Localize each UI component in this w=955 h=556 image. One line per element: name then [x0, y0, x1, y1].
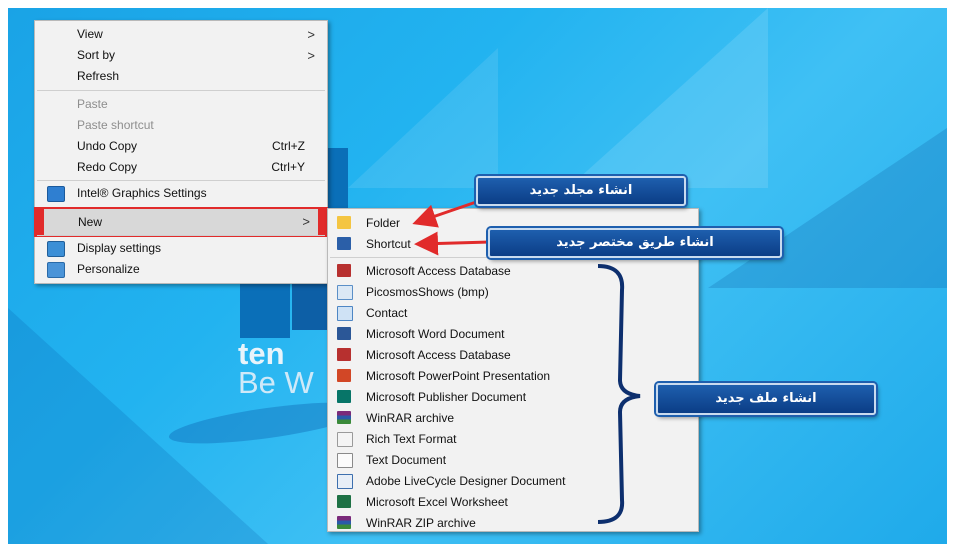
callout-new-folder: انشاء مجلد جديد: [476, 176, 686, 206]
arrow-to-shortcut: [414, 231, 491, 256]
annotation-overlay: [412, 198, 641, 524]
arrow-to-folder: [412, 198, 483, 228]
curly-brace: [597, 264, 641, 524]
callout-new-shortcut: انشاء طريق مختصر جديد: [488, 228, 782, 258]
callout-new-file: انشاء ملف جديد: [656, 383, 876, 415]
